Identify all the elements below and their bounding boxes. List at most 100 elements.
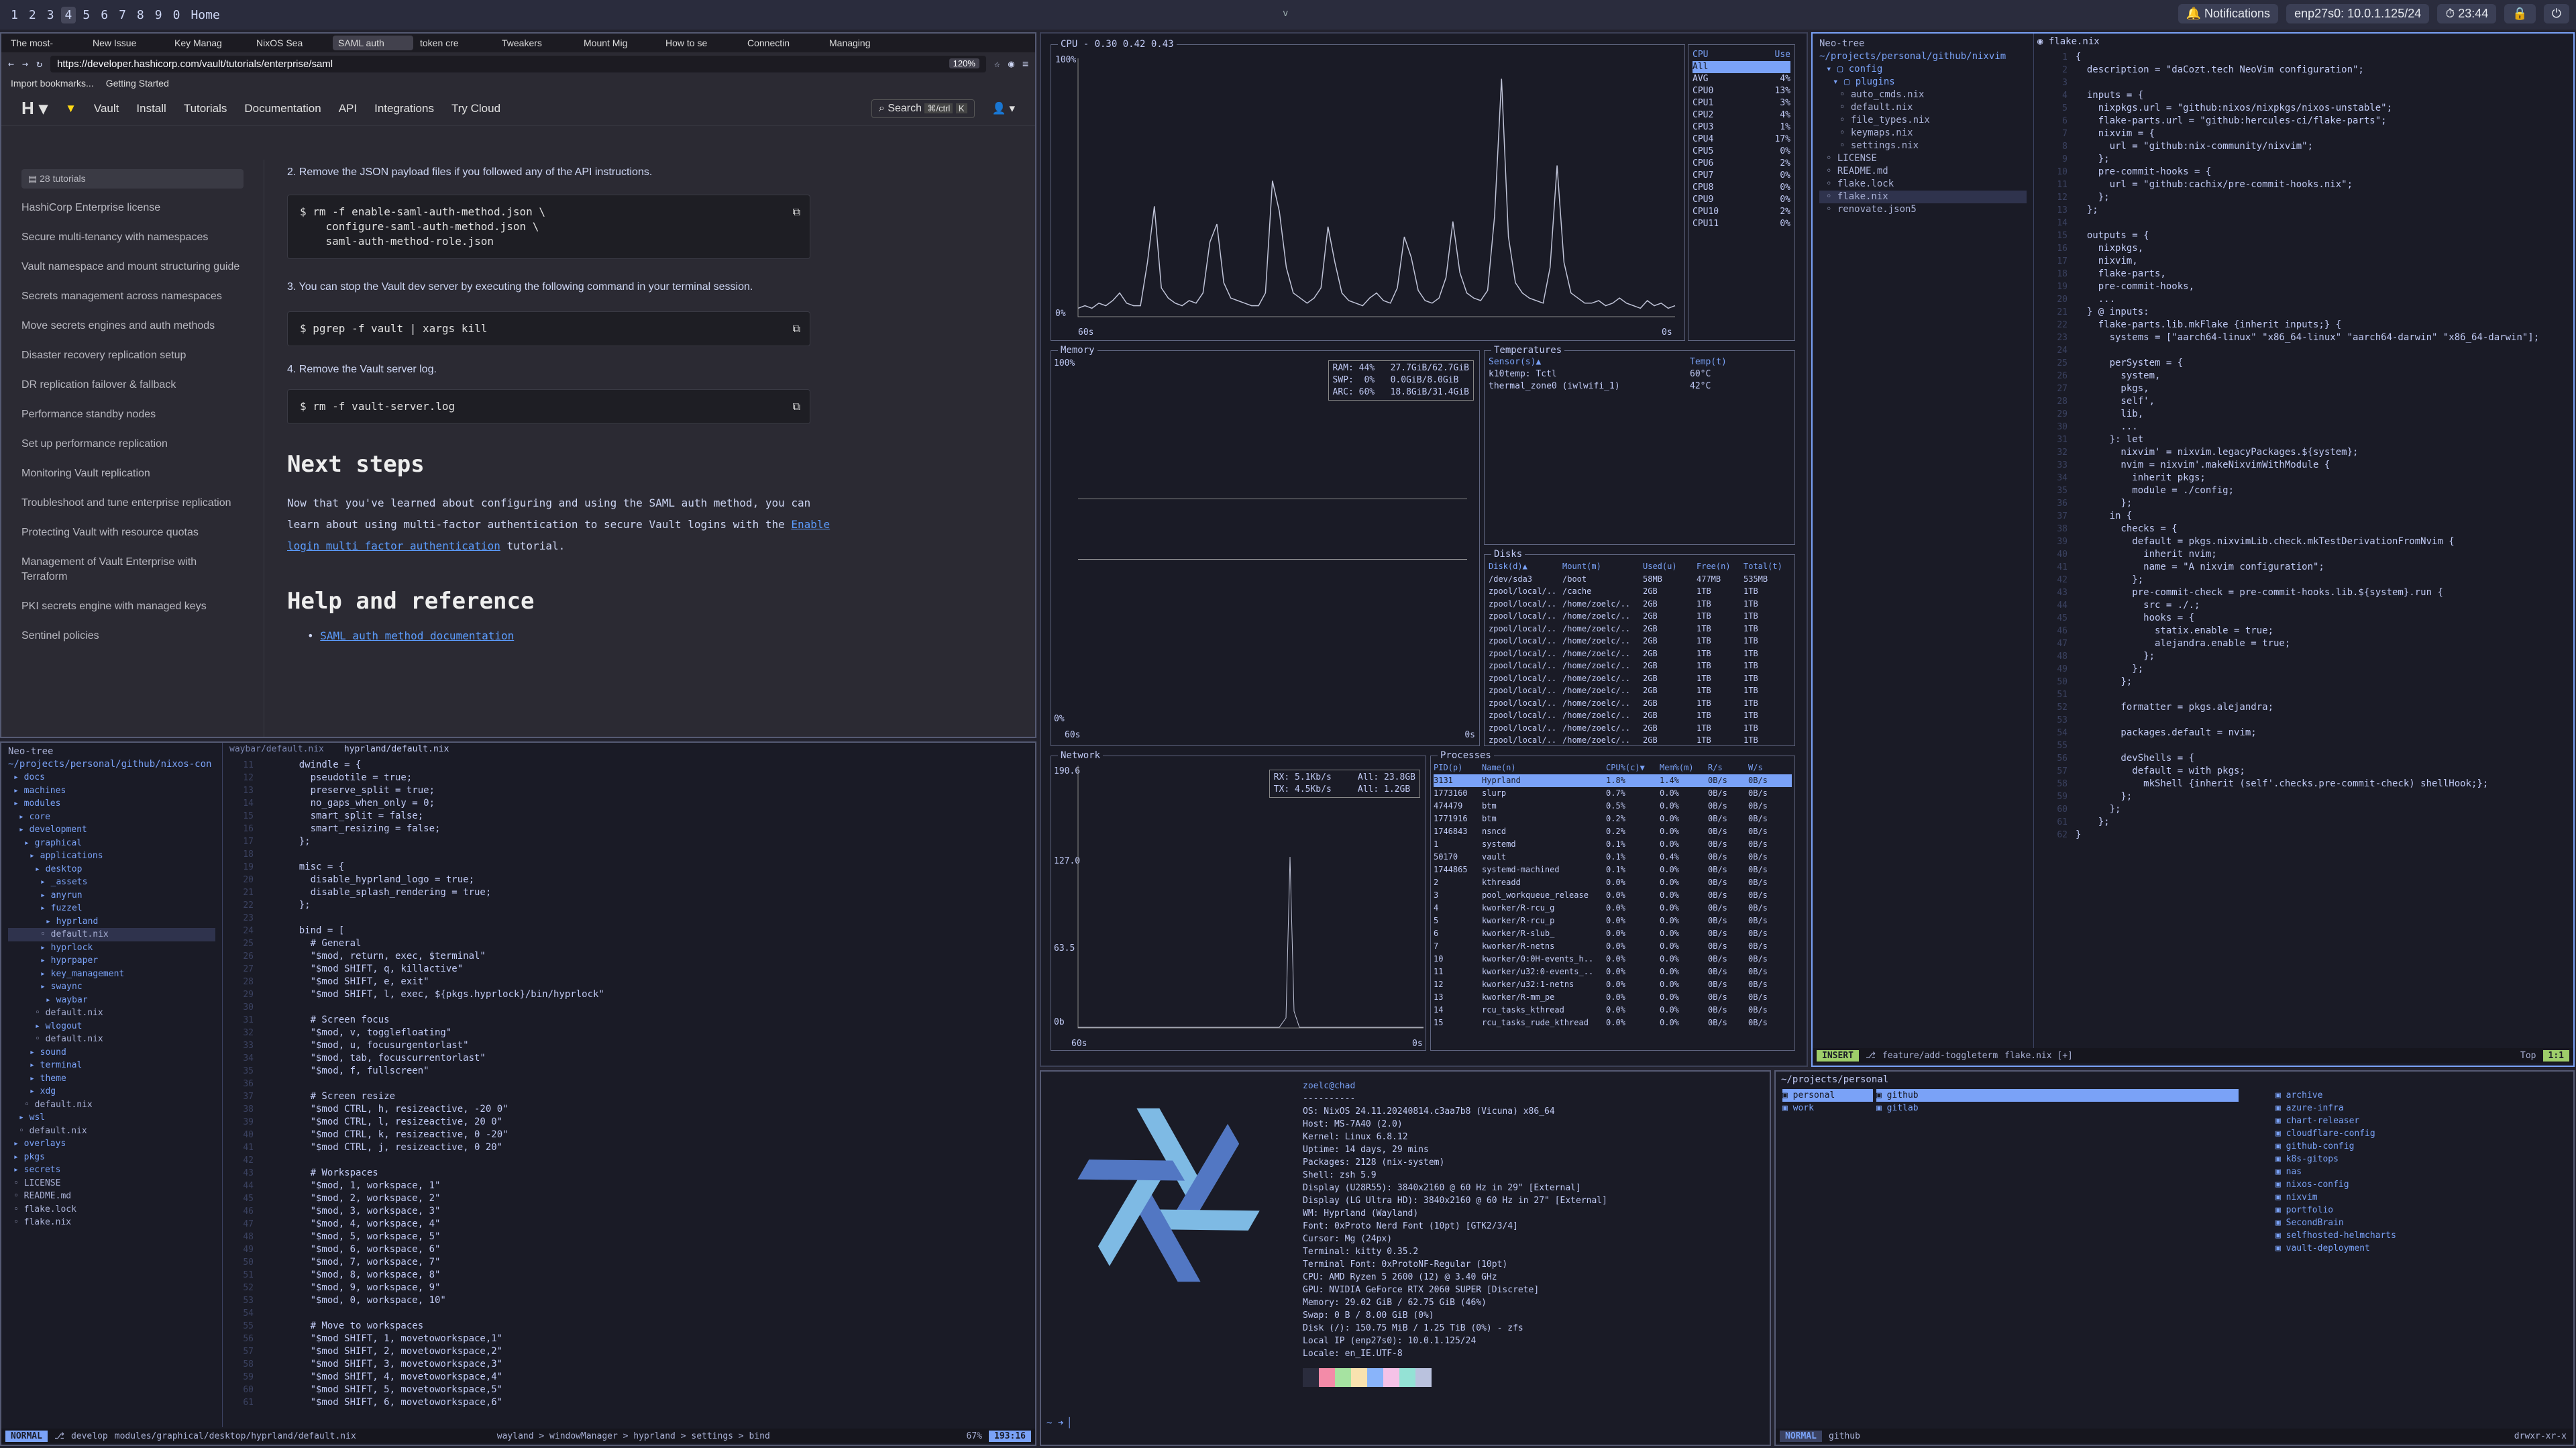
tree-folder[interactable]: ▸ anyrun [8,889,215,902]
sidebar-tutorial-link[interactable]: DR replication failover & fallback [21,378,244,393]
cpu-row[interactable]: CPU8 0% [1693,182,1790,194]
tree-file[interactable]: ◦ default.nix [8,1098,215,1112]
tree-folder[interactable]: ▸ hyprland [8,915,215,929]
process-row[interactable]: 2 kthreadd 0.0% 0.0% 0B/s 0B/s [1434,876,1792,889]
user-icon[interactable]: 👤 ▾ [992,102,1015,115]
code-editor[interactable]: dwindle = { pseudotile = true; preserve_… [276,759,604,1409]
disk-row[interactable]: zpool/local/.. /home/zoelc/.. 2GB 1TB 1TB [1489,684,1790,697]
cpu-row[interactable]: CPU5 0% [1693,146,1790,158]
file-tab[interactable]: ◉ flake.nix [2037,36,2100,47]
tree-file[interactable]: ◦ flake.lock [8,1203,215,1217]
tree-folder[interactable]: ▾ ▢ plugins [1819,76,2027,89]
folder-entry[interactable]: ▣ k8s-gitops [2275,1153,2571,1166]
tree-file[interactable]: ◦ default.nix [8,1033,215,1046]
nav-vault[interactable]: Vault [94,102,119,115]
saml-docs-link[interactable]: SAML auth method documentation [320,629,514,642]
process-row[interactable]: 7 kworker/R-netns 0.0% 0.0% 0B/s 0B/s [1434,940,1792,953]
process-row[interactable]: 1746843 nsncd 0.2% 0.0% 0B/s 0B/s [1434,825,1792,838]
power-icon[interactable]: ⏻ [2543,4,2569,23]
tree-file[interactable]: ◦ default.nix [8,1006,215,1020]
folder-entry[interactable]: ▣ SecondBrain [2275,1217,2571,1229]
folder-entry[interactable]: ▣ gitlab [1876,1102,2239,1115]
browser-tab[interactable]: Key Manag [169,36,250,50]
buffer-tab-active[interactable]: hyprland/default.nix [344,744,449,754]
disk-row[interactable]: zpool/local/.. /home/zoelc/.. 2GB 1TB 1TB [1489,697,1790,710]
workspace-6[interactable]: 6 [97,7,112,23]
disk-row[interactable]: zpool/local/.. /home/zoelc/.. 2GB 1TB 1TB [1489,660,1790,672]
folder-entry[interactable]: ▣ personal [1782,1089,1873,1102]
browser-tab[interactable]: The most- [5,36,86,50]
process-row[interactable]: 3131 Hyprland 1.8% 1.4% 0B/s 0B/s [1434,774,1792,787]
reload-icon[interactable]: ↻ [36,58,42,70]
process-row[interactable]: 6 kworker/R-slub_ 0.0% 0.0% 0B/s 0B/s [1434,927,1792,940]
shell-prompt[interactable]: ~ ➜ ▏ [1046,1418,1075,1429]
workspace-3[interactable]: 3 [43,7,58,23]
account-icon[interactable]: ◉ [1008,58,1014,70]
workspace-8[interactable]: 8 [133,7,148,23]
folder-entry[interactable]: ▣ nixos-config [2275,1178,2571,1191]
folder-entry[interactable]: ▣ azure-infra [2275,1102,2571,1115]
process-row[interactable]: 12 kworker/u32:1-netns 0.0% 0.0% 0B/s 0B/s [1434,978,1792,991]
cpu-row[interactable]: AVG 4% [1693,73,1790,85]
disk-row[interactable]: zpool/local/.. /cache 2GB 1TB 1TB [1489,585,1790,598]
workspace-0[interactable]: 0 [169,7,184,23]
folder-entry[interactable]: ▣ selfhosted-helmcharts [2275,1229,2571,1242]
browser-tab[interactable]: Mount Mig [578,36,659,50]
tree-folder[interactable]: ▸ desktop [8,863,215,876]
zoom-level[interactable]: 120% [949,58,979,68]
workspace-7[interactable]: 7 [115,7,130,23]
folder-entry[interactable]: ▣ github-config [2275,1140,2571,1153]
disk-row[interactable]: zpool/local/.. /home/zoelc/.. 2GB 1TB 1TB [1489,610,1790,623]
tree-file[interactable]: ◦ flake.nix [8,1216,215,1229]
tree-file[interactable]: ◦ flake.nix [1819,191,2027,203]
process-row[interactable]: 4 kworker/R-rcu_g 0.0% 0.0% 0B/s 0B/s [1434,902,1792,915]
folder-entry[interactable]: ▣ nas [2275,1166,2571,1178]
cpu-row[interactable]: CPU3 1% [1693,121,1790,134]
process-row[interactable]: 50170 vault 0.1% 0.4% 0B/s 0B/s [1434,851,1792,864]
sidebar-tutorial-link[interactable]: Troubleshoot and tune enterprise replica… [21,496,244,511]
workspace-2[interactable]: 2 [25,7,40,23]
cpu-row[interactable]: CPU7 0% [1693,170,1790,182]
copy-icon[interactable]: ⧉ [793,205,800,219]
tree-folder[interactable]: ▸ hyprlock [8,941,215,955]
tree-folder[interactable]: ▸ applications [8,849,215,863]
network-indicator[interactable]: enp27s0: 10.0.1.125/24 [2286,4,2430,23]
folder-entry[interactable]: ▣ nixvim [2275,1191,2571,1204]
back-icon[interactable]: ← [8,58,14,70]
tree-file[interactable]: ◦ file_types.nix [1819,114,2027,127]
browser-tab[interactable]: token cre [415,36,495,50]
tree-folder[interactable]: ▸ terminal [8,1059,215,1072]
process-row[interactable]: 14 rcu_tasks_kthread 0.0% 0.0% 0B/s 0B/s [1434,1004,1792,1017]
nav-install[interactable]: Install [136,102,166,115]
tree-folder[interactable]: ▸ docs [8,771,215,784]
bookmark-star-icon[interactable]: ☆ [994,58,1000,70]
tree-folder[interactable]: ▸ waybar [8,994,215,1007]
workspace-5[interactable]: 5 [78,7,94,23]
process-row[interactable]: 474479 btm 0.5% 0.0% 0B/s 0B/s [1434,800,1792,813]
sidebar-tutorial-link[interactable]: Performance standby nodes [21,407,244,422]
browser-tab[interactable]: SAML auth [333,36,413,50]
sidebar-tutorial-link[interactable]: PKI secrets engine with managed keys [21,599,244,614]
browser-tab[interactable]: Connectin [742,36,822,50]
folder-entry[interactable]: ▣ vault-deployment [2275,1242,2571,1255]
tree-folder[interactable]: ▸ wlogout [8,1020,215,1033]
bookmark-getting-started[interactable]: Getting Started [106,78,169,89]
nav-try-cloud[interactable]: Try Cloud [451,102,500,115]
workspace-4[interactable]: 4 [60,6,76,23]
cpu-row[interactable]: CPU1 3% [1693,97,1790,109]
sidebar-tutorial-link[interactable]: Set up performance replication [21,437,244,452]
process-row[interactable]: 1773160 slurp 0.7% 0.0% 0B/s 0B/s [1434,787,1792,800]
workspace-Home[interactable]: Home [186,7,223,23]
bookmark-import[interactable]: Import bookmarks... [11,78,94,89]
folder-entry[interactable]: ▣ work [1782,1102,1873,1115]
nav-api[interactable]: API [339,102,357,115]
process-row[interactable]: 11 kworker/u32:0-events_.. 0.0% 0.0% 0B/s 0B/… [1434,966,1792,978]
folder-entry[interactable]: ▣ cloudflare-config [2275,1127,2571,1140]
code-editor[interactable]: { description = "daCozt.tech NeoVim conf… [2076,51,2539,841]
browser-tab[interactable]: Managing [824,36,904,50]
tree-file[interactable]: ◦ README.md [8,1190,215,1203]
tree-folder[interactable]: ▸ graphical [8,837,215,850]
sidebar-tutorial-link[interactable]: Protecting Vault with resource quotas [21,525,244,540]
process-row[interactable]: 15 rcu_tasks_rude_kthread 0.0% 0.0% 0B/s 0B/s [1434,1017,1792,1029]
copy-icon[interactable]: ⧉ [793,399,800,414]
